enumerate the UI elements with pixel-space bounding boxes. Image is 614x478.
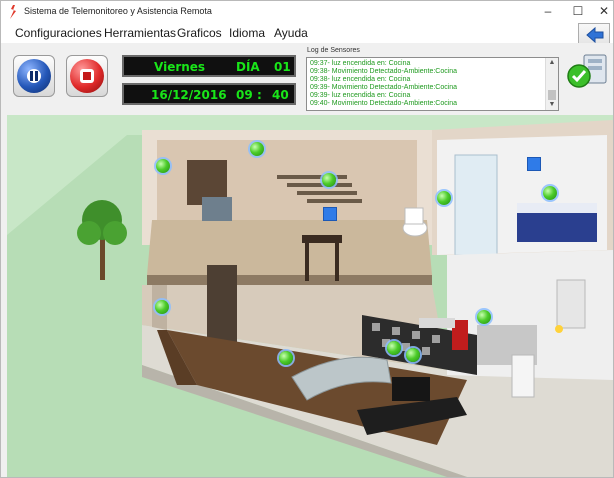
sensor-indicator[interactable] [279, 351, 293, 365]
app-window: Sistema de Telemonitoreo y Asistencia Re… [0, 0, 614, 478]
scroll-down-icon[interactable]: ▼ [546, 100, 558, 110]
log-entry: 09:40- Movimiento Detectado-Ambiente:Coc… [310, 100, 458, 107]
sensor-square-indicator[interactable] [527, 157, 541, 171]
sensor-indicator[interactable] [322, 173, 336, 187]
log-entry: 09:37- luz encendida en: Cocina [310, 60, 411, 67]
stop-icon [70, 59, 104, 93]
day-number: 01 [274, 60, 291, 74]
menu-idioma[interactable]: Idioma [229, 26, 265, 40]
sensor-indicator[interactable] [156, 159, 170, 173]
sensor-indicator[interactable] [543, 186, 557, 200]
scroll-up-icon[interactable]: ▲ [546, 58, 558, 68]
window-title: Sistema de Telemonitoreo y Asistencia Re… [24, 6, 212, 16]
day-label: DÍA [236, 60, 260, 74]
sensor-indicator[interactable] [387, 341, 401, 355]
menu-herramientas[interactable]: Herramientas [104, 26, 176, 40]
close-button[interactable]: ✕ [589, 1, 613, 23]
menu-configuraciones[interactable]: Configuraciones [15, 26, 102, 40]
title-bar: Sistema de Telemonitoreo y Asistencia Re… [1, 1, 613, 23]
minimize-button[interactable]: – [533, 1, 563, 23]
date-time-display: 16/12/2016 09 : 40 [122, 83, 296, 105]
sensor-indicator[interactable] [406, 348, 420, 362]
minute-value: 40 [272, 88, 289, 102]
log-entry: 09:39- luz encendida en: Cocina [310, 92, 411, 99]
app-icon [10, 5, 16, 19]
day-name: Viernes [154, 60, 206, 74]
scroll-thumb[interactable] [548, 90, 556, 100]
sensor-indicator[interactable] [437, 191, 451, 205]
log-entry: 09:38- Movimiento Detectado-Ambiente:Coc… [310, 68, 458, 75]
hour-value: 09 [236, 88, 253, 102]
date-value: 16/12/2016 [151, 88, 227, 102]
sensor-indicator[interactable] [155, 300, 169, 314]
sensor-log-list[interactable]: 09:37- luz encendida en: Cocina 09:38- M… [306, 57, 559, 111]
sensor-indicator[interactable] [477, 310, 491, 324]
time-separator: : [257, 88, 262, 102]
pause-icon [17, 59, 51, 93]
house-monitor-view [7, 115, 613, 477]
pause-button[interactable] [13, 55, 55, 97]
menu-bar: Configuraciones Herramientas Graficos Id… [1, 23, 613, 43]
check-database-icon [567, 54, 607, 88]
log-entry: 09:38- luz encendida en: Cocina [310, 76, 411, 83]
sensor-log-label: Log de Sensores [307, 47, 360, 54]
sensor-square-indicator[interactable] [323, 207, 337, 221]
stop-button[interactable] [66, 55, 108, 97]
menu-ayuda[interactable]: Ayuda [274, 26, 308, 40]
menu-graficos[interactable]: Graficos [177, 26, 222, 40]
log-scrollbar[interactable]: ▲ ▼ [545, 58, 558, 110]
log-entry: 09:39- Movimiento Detectado-Ambiente:Coc… [310, 84, 458, 91]
house-cutaway-image [7, 115, 613, 477]
day-display: Viernes DÍA 01 [122, 55, 296, 77]
sensor-indicator[interactable] [250, 142, 264, 156]
